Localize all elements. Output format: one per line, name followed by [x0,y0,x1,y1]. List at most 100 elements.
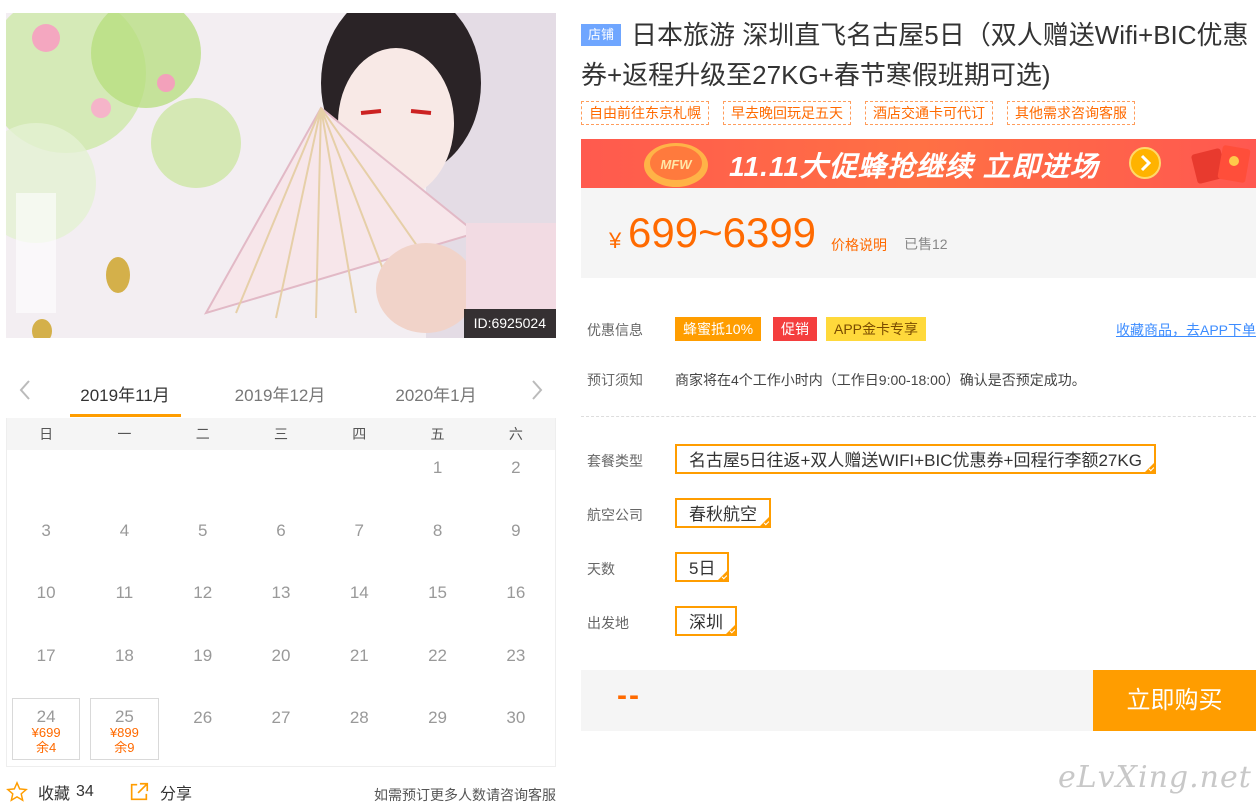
calendar-day-number: 24 [36,707,56,726]
calendar-day[interactable]: 6 [242,513,320,576]
calendar-day[interactable]: 1 [398,450,476,513]
shop-badge[interactable]: 店铺 [581,24,622,46]
banner-go-button[interactable] [1129,147,1161,179]
calendar-day[interactable]: 12 [164,575,242,638]
calendar-day[interactable]: 29 [398,700,476,763]
favorite-count: 34 [76,783,94,800]
calendar-day-grid: 1 2 3 4 5 6 7 8 9 10 11 12 13 14 15 16 17 18 19 20 21 22 23 24 ¥… [7,450,555,763]
calendar-day[interactable]: 5 [164,513,242,576]
calendar-day-number: 1 [432,458,443,477]
share-button[interactable]: 分享 [128,780,192,804]
calendar-day[interactable]: 14 [320,575,398,638]
option-value: 5日 [689,559,716,578]
sold-count: 已售12 [904,236,948,252]
favorite-label: 收藏 [38,786,71,803]
calendar-day[interactable]: 18 [85,638,163,701]
weekday-sat: 六 [508,426,523,442]
photo-id-label: ID:6925024 [463,309,556,338]
feature-tag: 其他需求咨询客服 [1007,101,1135,125]
option-label-departure: 出发地 [587,615,629,631]
calendar-day[interactable]: 30 [477,700,555,763]
buy-now-button[interactable]: 立即购买 [1093,670,1256,731]
option-departure-selected[interactable]: 深圳 [675,606,737,636]
share-label: 分享 [160,786,193,803]
calendar-day-number: 14 [349,583,369,602]
price-range: 699~6399 [628,209,817,256]
price-explain-link[interactable]: 价格说明 [831,235,887,255]
feature-tag: 自由前往东京札幌 [581,101,709,125]
option-label-airline: 航空公司 [587,507,643,523]
option-value: 春秋航空 [689,505,757,524]
promo-label: 优惠信息 [587,322,643,338]
calendar-day-number: 11 [115,583,134,602]
balloon-icon: MFW [644,143,708,187]
calendar-day[interactable]: 15 [398,575,476,638]
calendar-day[interactable]: 25 ¥899 余9 [85,698,163,763]
calendar-day[interactable]: 3 [7,513,85,576]
calendar-day-number: 17 [36,645,56,665]
calendar-day-number: 22 [428,645,448,665]
calendar-day-number: 12 [193,583,213,602]
promo-banner[interactable]: MFW 11.11大促蜂抢继续 立即进场 [581,139,1256,188]
calendar-day[interactable]: 7 [320,513,398,576]
calendar-day-number: 25 [114,707,134,726]
calendar-day[interactable]: 9 [477,513,555,576]
product-title: 店铺 日本旅游 深圳直飞名古屋5日（双人赠送Wifi+BIC优惠券+返程升级至27… [581,15,1251,95]
calendar-day-number: 6 [276,520,286,540]
calendar-day[interactable]: 28 [320,700,398,763]
booking-note: 如需预订更多人数请咨询客服 [374,787,556,803]
calendar-day-number: 4 [119,520,130,540]
share-icon [130,782,149,801]
option-airline-selected[interactable]: 春秋航空 [675,498,771,528]
calendar-day[interactable]: 2 [477,450,555,513]
calendar-day[interactable]: 19 [164,638,242,701]
app-order-link[interactable]: 收藏商品，去APP下单 [1116,320,1256,340]
calendar-weekday-header: 日 一 二 三 四 五 六 [7,418,555,450]
product-photo[interactable]: ID:6925024 [6,13,556,338]
promo-badge-sale: 促销 [773,317,817,341]
notice-label: 预订须知 [587,372,643,388]
calendar-day[interactable]: 21 [320,638,398,701]
price-panel: ¥ 699~6399 价格说明 已售12 [581,188,1256,278]
option-label-days: 天数 [587,561,615,577]
tab-month-2020-01[interactable]: 2020年1月 [376,381,496,406]
calendar-day[interactable]: 24 ¥699 余4 [7,698,85,763]
calendar-day[interactable]: 27 [242,700,320,763]
weekday-sun: 日 [39,426,54,442]
calendar-day[interactable]: 11 [85,575,163,638]
calendar-empty-cell [164,450,242,513]
option-days-selected[interactable]: 5日 [675,552,730,582]
calendar-day-number: 7 [354,520,365,540]
calendar-day[interactable]: 20 [242,638,320,701]
calendar-day[interactable]: 26 [164,700,242,763]
red-envelope-icon [1191,145,1251,184]
chevron-right-icon[interactable] [524,378,548,402]
calendar-day-available[interactable]: 24 ¥699 余4 [12,698,81,760]
calendar-day-number: 5 [197,520,208,540]
total-price-placeholder: -- [617,679,641,712]
tab-month-2019-11[interactable]: 2019年11月 [65,381,185,406]
selected-check-icon [1144,463,1154,472]
calendar-day-number: 10 [36,583,56,602]
chevron-left-icon[interactable] [14,378,38,402]
calendar-day[interactable]: 13 [242,575,320,638]
favorite-button[interactable]: 收藏 34 [6,780,94,804]
calendar-day[interactable]: 8 [398,513,476,576]
calendar-day[interactable]: 16 [477,575,555,638]
calendar-day[interactable]: 10 [7,575,85,638]
option-package-selected[interactable]: 名古屋5日往返+双人赠送WIFI+BIC优惠券+回程行李额27KG [675,444,1156,474]
tab-month-2019-12[interactable]: 2019年12月 [220,381,340,406]
weekday-mon: 一 [117,426,132,442]
calendar-day[interactable]: 23 [477,638,555,701]
calendar: 日 一 二 三 四 五 六 1 2 3 4 5 6 7 8 9 10 11 12 13 14 15 16 17 1… [6,418,556,767]
notice-text: 商家将在4个工作小时内（工作日9:00-18:00）确认是否预定成功。 [675,372,1086,388]
weekday-wed: 三 [273,426,288,442]
calendar-day[interactable]: 4 [85,513,163,576]
calendar-day-number: 27 [271,708,291,727]
calendar-day[interactable]: 22 [398,638,476,701]
calendar-day[interactable]: 17 [7,638,85,701]
weekday-tue: 二 [195,426,210,442]
calendar-day-available[interactable]: 25 ¥899 余9 [90,698,159,760]
calendar-day-number: 20 [271,645,291,665]
calendar-day-number: 2 [511,458,521,477]
